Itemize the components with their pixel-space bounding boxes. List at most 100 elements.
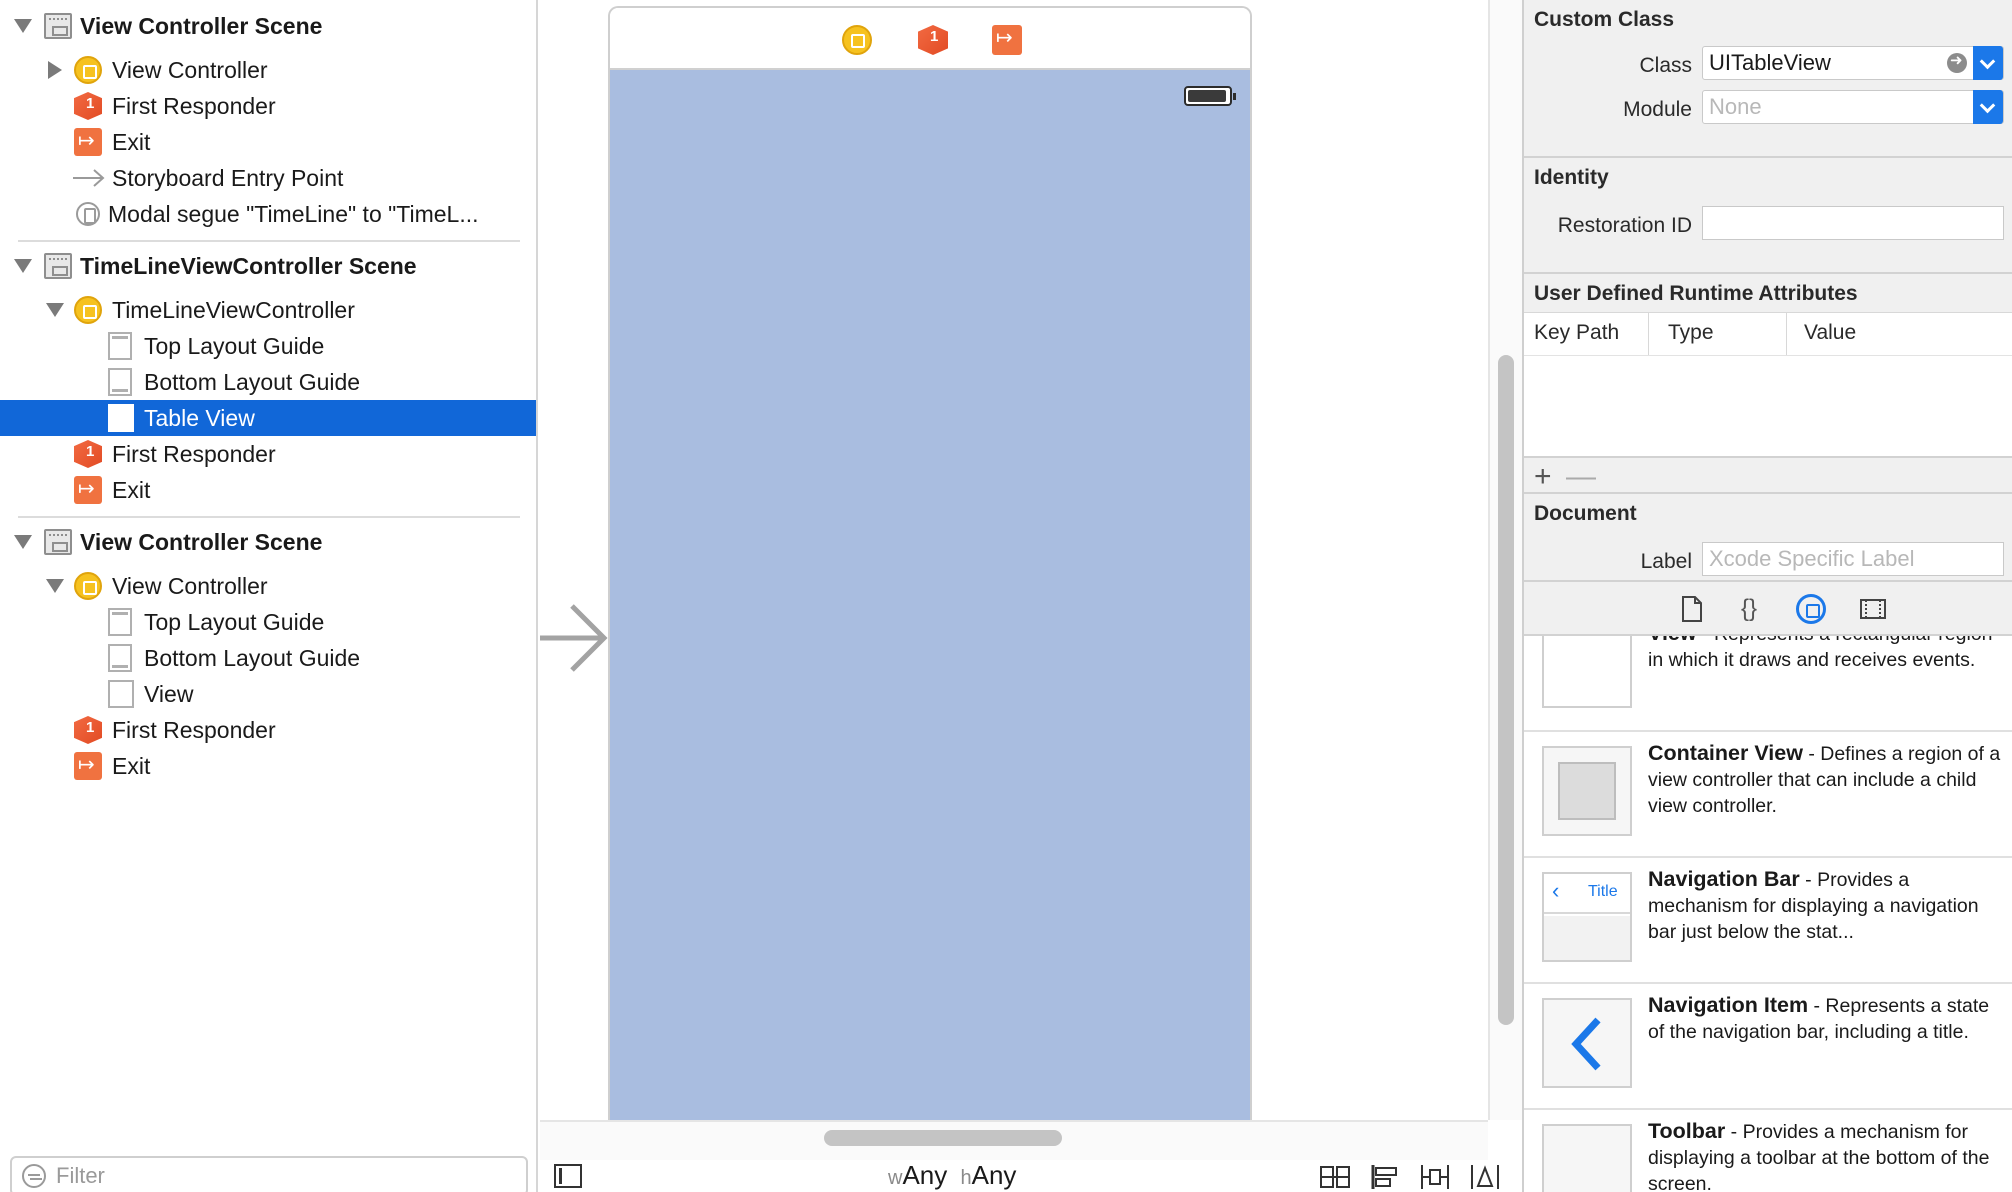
outline-item-exit[interactable]: Exit xyxy=(0,472,536,508)
outline-item-table-view[interactable]: Table View xyxy=(0,400,536,436)
view-controller-icon[interactable] xyxy=(842,25,872,55)
column-value[interactable]: Value xyxy=(1804,321,1856,345)
outline-item-top-layout-guide[interactable]: Top Layout Guide xyxy=(0,604,536,640)
canvas-bottom-bar: wAny hAny xyxy=(540,1160,1522,1192)
disclosure-triangle-icon[interactable] xyxy=(46,579,64,593)
storyboard-entry-arrow-icon[interactable] xyxy=(540,602,610,674)
horizontal-scrollbar-thumb[interactable] xyxy=(824,1130,1062,1146)
scene-icon xyxy=(44,13,72,39)
object-library-list[interactable]: View - Represents a rectangular region i… xyxy=(1524,636,2012,1192)
outline-item-view-controller[interactable]: View Controller xyxy=(0,52,536,88)
section-separator xyxy=(1524,492,2012,494)
outline-item-first-responder[interactable]: First Responder xyxy=(0,436,536,472)
library-item-name: View xyxy=(1648,636,1697,645)
restoration-id-field[interactable] xyxy=(1702,206,2004,240)
add-attribute-button[interactable]: + xyxy=(1534,460,1552,494)
outline-item-bottom-layout-guide[interactable]: Bottom Layout Guide xyxy=(0,640,536,676)
scene-row-view-controller-2[interactable]: View Controller Scene xyxy=(0,524,536,560)
bottom-layout-guide-icon xyxy=(108,368,132,396)
column-type[interactable]: Type xyxy=(1668,321,1714,345)
view-icon xyxy=(108,680,134,708)
outline-item-view-controller[interactable]: View Controller xyxy=(0,568,536,604)
table-view-canvas[interactable] xyxy=(610,70,1250,1120)
first-responder-icon[interactable] xyxy=(918,25,948,55)
outline-item-label: Storyboard Entry Point xyxy=(112,164,344,191)
exit-icon[interactable] xyxy=(992,25,1022,55)
toolbar-thumbnail-icon xyxy=(1542,1124,1632,1192)
library-item-name: Container View xyxy=(1648,741,1803,765)
scene-row-view-controller-1[interactable]: View Controller Scene xyxy=(0,8,536,44)
view-controller-icon xyxy=(74,296,102,324)
stack-view-icon[interactable] xyxy=(1320,1164,1350,1190)
outline-item-storyboard-entry-point[interactable]: Storyboard Entry Point xyxy=(0,160,536,196)
media-library-icon[interactable] xyxy=(1858,594,1888,624)
document-label-field[interactable]: Xcode Specific Label xyxy=(1702,542,2004,576)
outline-item-exit[interactable]: Exit xyxy=(0,124,536,160)
outline-item-first-responder[interactable]: First Responder xyxy=(0,88,536,124)
column-divider xyxy=(1648,313,1649,355)
column-key-path[interactable]: Key Path xyxy=(1534,321,1619,345)
storyboard-canvas[interactable]: wAny hAny xyxy=(540,0,1522,1192)
disclosure-triangle-icon[interactable] xyxy=(46,303,64,317)
disclosure-triangle-icon[interactable] xyxy=(14,259,32,273)
disclosure-triangle-icon[interactable] xyxy=(14,535,32,549)
class-dropdown-button[interactable] xyxy=(1973,46,2003,80)
size-class-selector[interactable]: wAny hAny xyxy=(888,1160,1016,1191)
outline-item-exit[interactable]: Exit xyxy=(0,748,536,784)
exit-icon xyxy=(74,752,102,780)
disclosure-triangle-icon[interactable] xyxy=(14,19,32,33)
library-item-name: Toolbar xyxy=(1648,1119,1726,1143)
outline-item-label: Exit xyxy=(112,128,151,155)
outline-item-top-layout-guide[interactable]: Top Layout Guide xyxy=(0,328,536,364)
entry-point-arrow-icon xyxy=(73,169,105,187)
scene-icon xyxy=(44,529,72,555)
scene-title: View Controller Scene xyxy=(80,528,323,555)
filter-icon xyxy=(22,1164,46,1188)
outline-item-modal-segue[interactable]: Modal segue "TimeLine" to "TimeL... xyxy=(0,196,536,232)
document-label-placeholder: Xcode Specific Label xyxy=(1709,546,1915,571)
library-item-view[interactable]: View - Represents a rectangular region i… xyxy=(1524,636,2012,732)
vertical-scrollbar-thumb[interactable] xyxy=(1498,355,1514,1025)
runtime-attributes-title: User Defined Runtime Attributes xyxy=(1534,282,1858,305)
class-value: UITableView xyxy=(1709,50,1831,75)
file-template-icon[interactable] xyxy=(1676,594,1706,624)
size-class-h-value: Any xyxy=(971,1160,1017,1190)
pin-icon[interactable] xyxy=(1420,1164,1450,1190)
align-icon[interactable] xyxy=(1370,1164,1400,1190)
resolve-autolayout-icon[interactable] xyxy=(1470,1164,1500,1190)
first-responder-icon xyxy=(74,440,102,468)
scene-row-timeline[interactable]: TimeLineViewController Scene xyxy=(0,248,536,284)
scene-frame[interactable] xyxy=(608,6,1252,1120)
object-library-icon[interactable] xyxy=(1796,594,1826,624)
exit-icon xyxy=(74,476,102,504)
section-separator xyxy=(1524,272,2012,274)
disclosure-triangle-icon[interactable] xyxy=(48,61,62,79)
module-dropdown-button[interactable] xyxy=(1973,90,2003,124)
module-label: Module xyxy=(1623,98,1692,121)
size-class-w-value: Any xyxy=(902,1160,948,1190)
outline-toggle-icon[interactable] xyxy=(554,1164,582,1188)
class-combo[interactable]: UITableView xyxy=(1702,46,2004,80)
outline-item-label: Bottom Layout Guide xyxy=(144,644,361,671)
outline-item-view[interactable]: View xyxy=(0,676,536,712)
outline-filter-field[interactable]: Filter xyxy=(10,1156,528,1192)
code-snippet-icon[interactable]: {} xyxy=(1734,594,1764,624)
library-item-navigation-item[interactable]: Navigation Item - Represents a state of … xyxy=(1524,984,2012,1110)
library-item-container-view[interactable]: Container View - Defines a region of a v… xyxy=(1524,732,2012,858)
module-combo[interactable]: None xyxy=(1702,90,2004,124)
outline-item-bottom-layout-guide[interactable]: Bottom Layout Guide xyxy=(0,364,536,400)
library-item-text: Navigation Bar - Provides a mechanism fo… xyxy=(1648,866,2004,945)
remove-attribute-button[interactable]: — xyxy=(1566,460,1596,494)
first-responder-icon xyxy=(74,92,102,120)
outline-item-timeline-view-controller[interactable]: TimeLineViewController xyxy=(0,292,536,328)
runtime-attributes-table[interactable]: Key Path Type Value xyxy=(1524,312,2012,458)
outline-item-label: View Controller xyxy=(112,572,268,599)
back-chevron-icon: ‹ xyxy=(1552,878,1560,903)
go-to-class-icon[interactable] xyxy=(1947,51,1967,73)
outline-item-label: Bottom Layout Guide xyxy=(144,368,361,395)
library-item-toolbar[interactable]: Toolbar - Provides a mechanism for displ… xyxy=(1524,1110,2012,1192)
library-item-navigation-bar[interactable]: ‹ Title Navigation Bar - Provides a mech… xyxy=(1524,858,2012,984)
exit-icon xyxy=(74,128,102,156)
bottom-layout-guide-icon xyxy=(108,644,132,672)
outline-item-first-responder[interactable]: First Responder xyxy=(0,712,536,748)
